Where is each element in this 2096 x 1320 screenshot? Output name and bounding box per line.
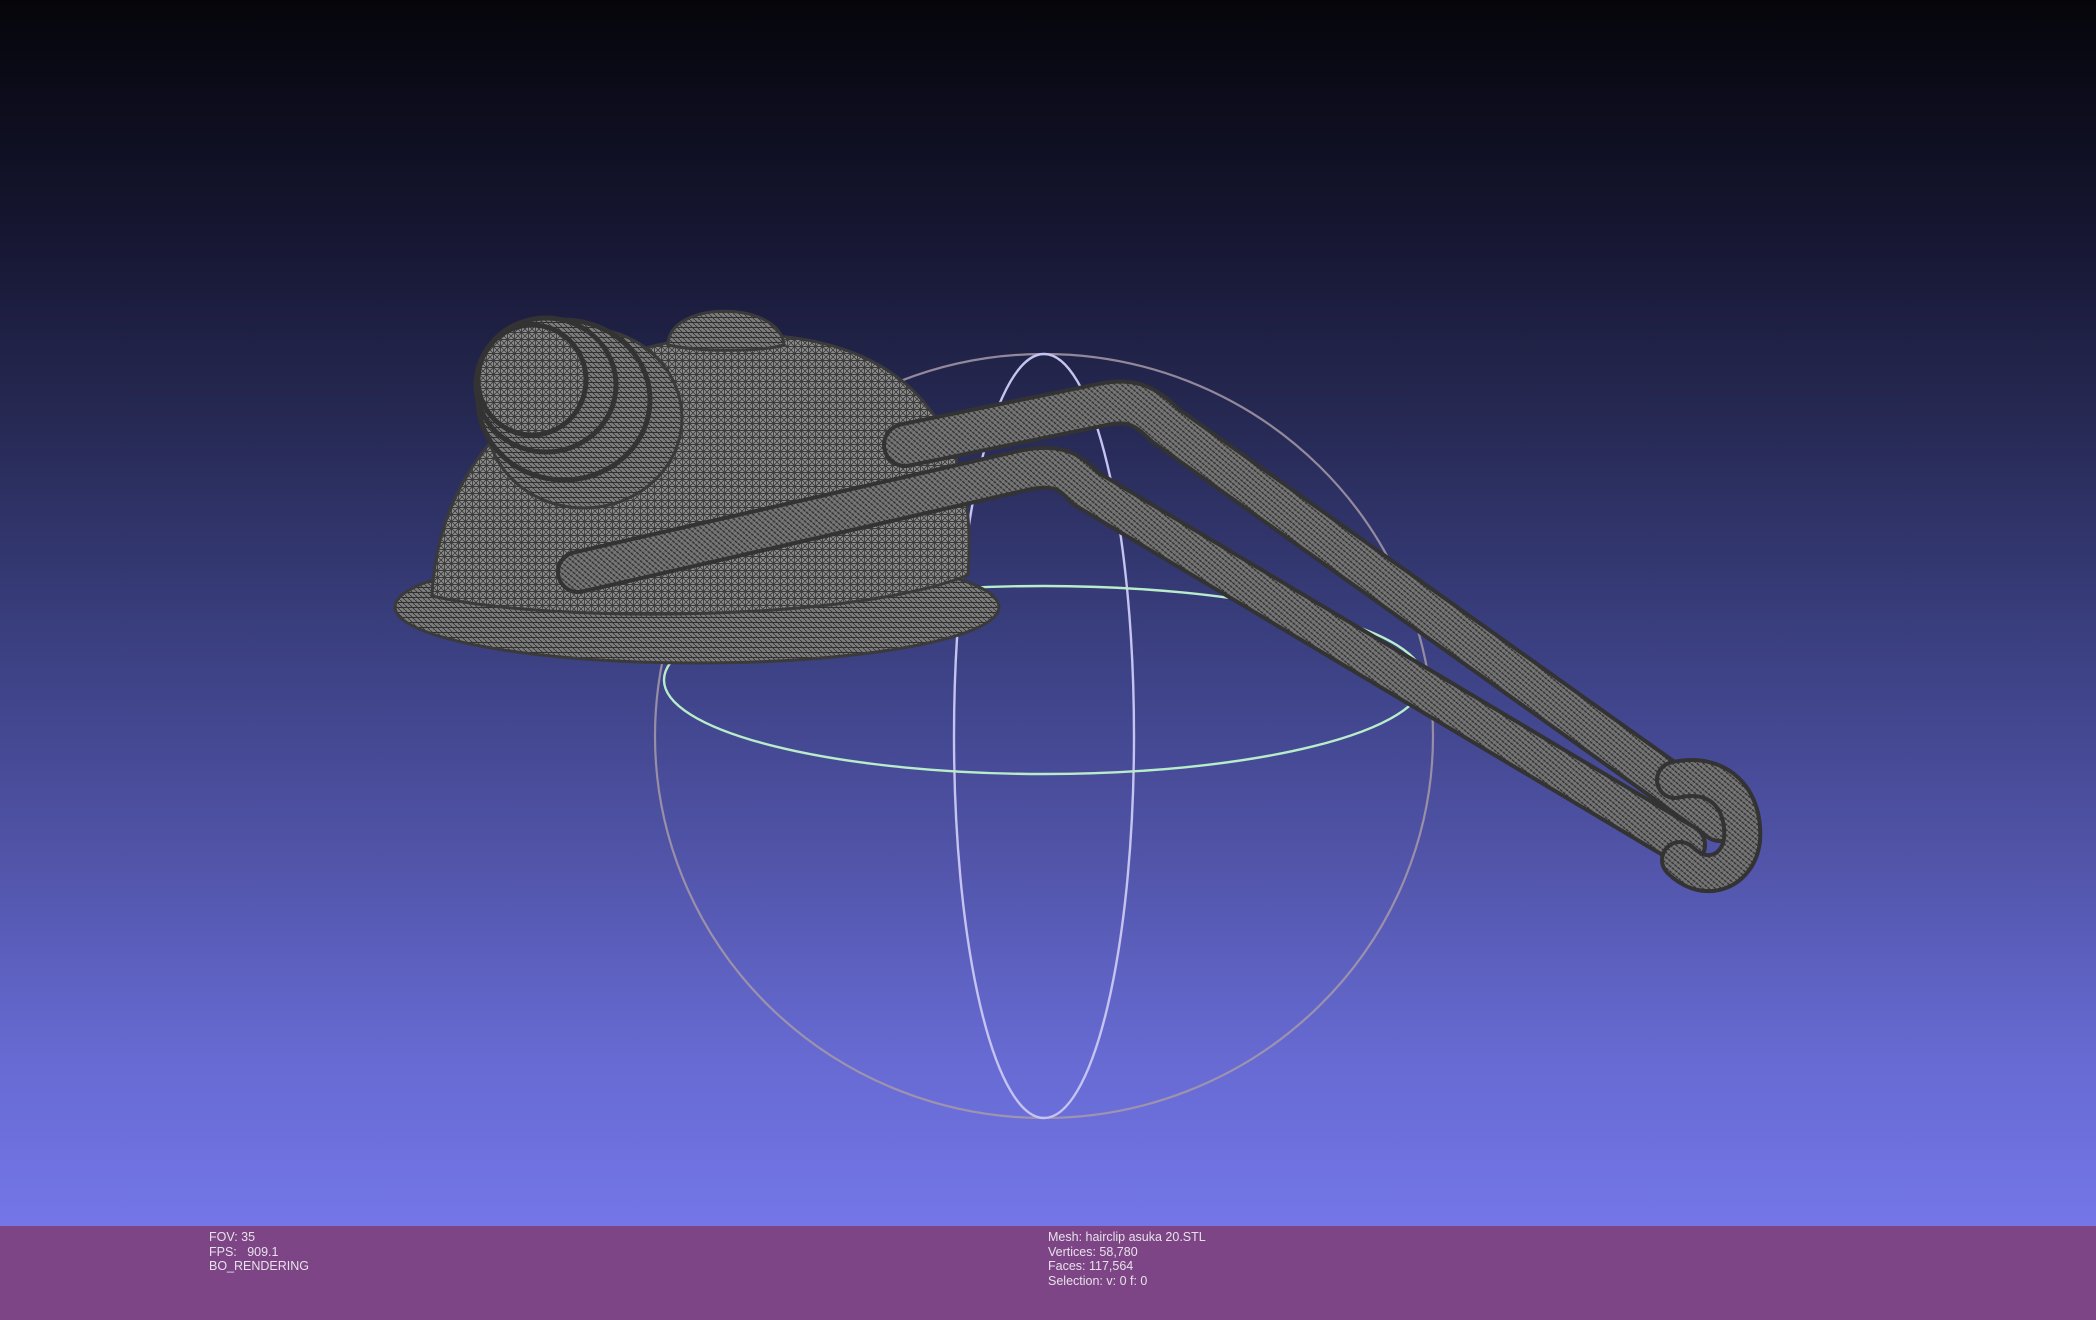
mesh-cylinder-cap: [475, 322, 589, 438]
selection-readout: Selection: v: 0 f: 0: [1048, 1273, 1148, 1288]
face-count-readout: Faces: 117,564: [1048, 1259, 1134, 1274]
mesh-model[interactable]: [393, 309, 1763, 894]
scene-canvas[interactable]: [0, 0, 2096, 1226]
meshlab-window: FOV: 35 FPS: 909.1 BO_RENDERING Mesh: ha…: [0, 0, 2096, 1320]
render-info-panel: FOV: 35 FPS: 909.1 BO_RENDERING: [209, 1230, 309, 1274]
vertex-count-readout: Vertices: 58,780: [1048, 1244, 1138, 1259]
mesh-top-knob: [666, 309, 786, 352]
fov-readout: FOV: 35: [209, 1230, 256, 1244]
mesh-name-readout: Mesh: hairclip asuka 20.STL: [1048, 1230, 1206, 1244]
3d-viewport[interactable]: [0, 0, 2096, 1226]
fps-readout: FPS: 909.1: [209, 1244, 279, 1259]
status-info-bar: FOV: 35 FPS: 909.1 BO_RENDERING Mesh: ha…: [0, 1226, 2096, 1320]
rendering-mode-readout: BO_RENDERING: [209, 1259, 310, 1274]
mesh-info-panel: Mesh: hairclip asuka 20.STL Vertices: 58…: [1048, 1230, 1206, 1288]
